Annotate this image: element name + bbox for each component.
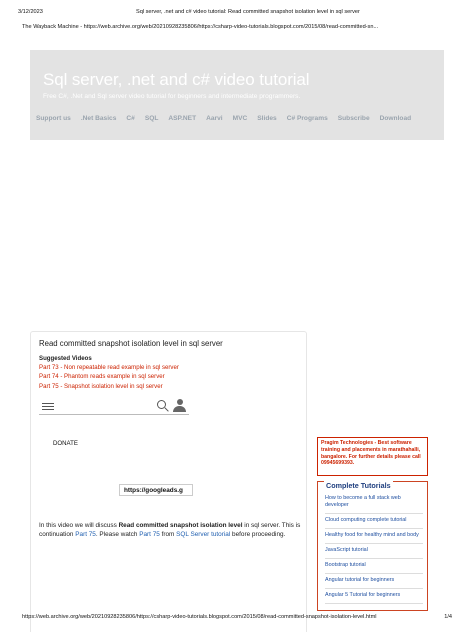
nav-download[interactable]: Download (380, 115, 412, 122)
tutorial-link[interactable]: Healthy food for healthy mind and body (325, 529, 423, 544)
ad-frame[interactable]: https://googleads.g (119, 484, 193, 496)
tutorial-link[interactable]: Angular 5 Tutorial for beginners (325, 589, 423, 604)
print-title: Sql server, .net and c# video tutorial: … (136, 9, 360, 15)
tutorial-link[interactable]: How to become a full stack web developer (325, 492, 423, 514)
post-title: Read committed snapshot isolation level … (39, 339, 223, 348)
nav-csharp[interactable]: C# (126, 115, 134, 122)
tutorial-link[interactable]: Angular tutorial for beginners (325, 574, 423, 589)
wayback-banner: The Wayback Machine - https://web.archiv… (22, 24, 379, 30)
pragim-ad[interactable]: Pragim Technologies - Best software trai… (317, 437, 428, 476)
suggested-link-part75[interactable]: Part 75 - Snapshot isolation level in sq… (39, 382, 179, 391)
nav-sql[interactable]: SQL (145, 115, 159, 122)
page-number: 1/4 (444, 614, 452, 620)
suggested-label: Suggested Videos (39, 355, 92, 362)
complete-tutorials: Complete Tutorials How to become a full … (317, 481, 428, 611)
suggested-videos: Suggested Videos Part 73 - Non repeatabl… (39, 354, 179, 391)
body-text: from (159, 530, 177, 538)
body-text: before proceeding. (230, 530, 286, 538)
site-header: Sql server, .net and c# video tutorial F… (30, 50, 444, 140)
tutorial-link[interactable]: Cloud computing complete tutorial (325, 514, 423, 529)
hamburger-icon[interactable] (42, 403, 54, 410)
link-part75[interactable]: Part 75 (75, 531, 96, 538)
post-body: In this video we will discuss Read commi… (39, 522, 301, 540)
nav-aarvi[interactable]: Aarvi (206, 115, 223, 122)
nav-net-basics[interactable]: .Net Basics (81, 115, 117, 122)
nav-mvc[interactable]: MVC (233, 115, 248, 122)
suggested-link-part73[interactable]: Part 73 - Non repeatable read example in… (39, 363, 179, 372)
video-toolbar (39, 397, 189, 415)
footer-url: https://web.archive.org/web/202109282358… (22, 614, 377, 620)
body-text: In this video we will discuss (39, 522, 119, 529)
link-sql-server-tutorial[interactable]: SQL Server tutorial (176, 531, 230, 538)
tutorial-link[interactable]: JavaScript tutorial (325, 544, 423, 559)
top-nav: Support us .Net Basics C# SQL ASP.NET Aa… (36, 115, 421, 122)
print-date: 3/12/2023 (18, 9, 43, 15)
search-icon[interactable] (157, 400, 166, 409)
nav-subscribe[interactable]: Subscribe (338, 115, 370, 122)
link-part75-video[interactable]: Part 75 (139, 531, 160, 538)
tutorial-link[interactable]: Bootstrap tutorial (325, 559, 423, 574)
body-text: . Please watch (95, 530, 140, 538)
person-icon[interactable] (173, 399, 186, 412)
nav-aspnet[interactable]: ASP.NET (168, 115, 196, 122)
nav-support-us[interactable]: Support us (36, 115, 71, 122)
tutorials-heading: Complete Tutorials (324, 481, 393, 490)
body-bold: Read committed snapshot isolation level (118, 522, 243, 529)
post-card: Read committed snapshot isolation level … (30, 331, 307, 632)
nav-csharp-programs[interactable]: C# Programs (287, 115, 328, 122)
nav-slides[interactable]: Slides (257, 115, 276, 122)
donate-button[interactable]: DONATE (53, 440, 78, 447)
site-title[interactable]: Sql server, .net and c# video tutorial (43, 70, 310, 90)
site-description: Free C#, .Net and Sql server video tutor… (43, 93, 301, 100)
suggested-link-part74[interactable]: Part 74 - Phantom reads example in sql s… (39, 372, 179, 381)
